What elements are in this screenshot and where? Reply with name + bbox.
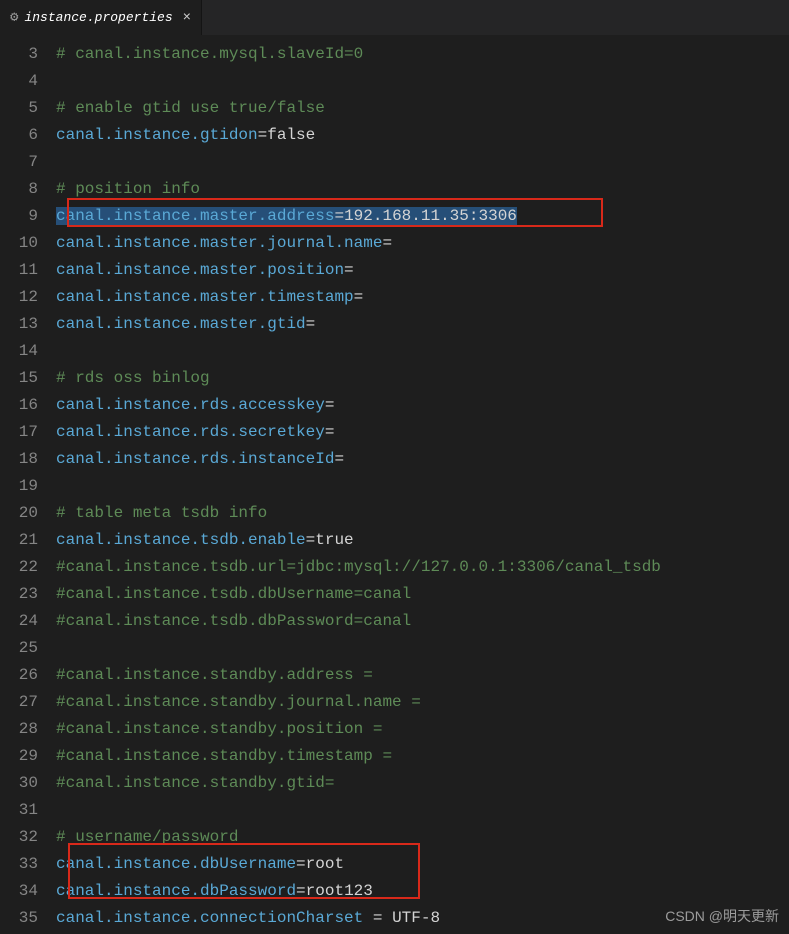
code-line[interactable] <box>56 149 789 176</box>
line-number: 32 <box>0 824 38 851</box>
line-number: 29 <box>0 743 38 770</box>
code-line[interactable]: canal.instance.master.journal.name= <box>56 230 789 257</box>
code-line[interactable]: #canal.instance.standby.address = <box>56 662 789 689</box>
code-line[interactable]: canal.instance.master.timestamp= <box>56 284 789 311</box>
code-line[interactable]: canal.instance.master.position= <box>56 257 789 284</box>
line-number: 11 <box>0 257 38 284</box>
code-line[interactable]: canal.instance.dbPassword=root123 <box>56 878 789 905</box>
line-number: 6 <box>0 122 38 149</box>
code-line[interactable]: #canal.instance.tsdb.url=jdbc:mysql://12… <box>56 554 789 581</box>
code-area[interactable]: # canal.instance.mysql.slaveId=0 # enabl… <box>56 41 789 932</box>
code-line[interactable]: canal.instance.master.address=192.168.11… <box>56 203 789 230</box>
line-number: 12 <box>0 284 38 311</box>
code-line[interactable]: canal.instance.gtidon=false <box>56 122 789 149</box>
line-number: 28 <box>0 716 38 743</box>
line-number: 16 <box>0 392 38 419</box>
line-number: 21 <box>0 527 38 554</box>
code-line[interactable]: #canal.instance.standby.journal.name = <box>56 689 789 716</box>
code-line[interactable]: #canal.instance.standby.position = <box>56 716 789 743</box>
line-number: 14 <box>0 338 38 365</box>
code-line[interactable]: #canal.instance.tsdb.dbUsername=canal <box>56 581 789 608</box>
watermark: CSDN @明天更新 <box>665 906 779 926</box>
line-number: 7 <box>0 149 38 176</box>
gear-icon: ⚙ <box>10 9 18 26</box>
line-number: 25 <box>0 635 38 662</box>
code-line[interactable]: # canal.instance.mysql.slaveId=0 <box>56 41 789 68</box>
code-line[interactable] <box>56 338 789 365</box>
code-line[interactable]: #canal.instance.standby.gtid= <box>56 770 789 797</box>
line-number: 18 <box>0 446 38 473</box>
code-line[interactable]: # position info <box>56 176 789 203</box>
line-number: 9 <box>0 203 38 230</box>
line-number: 23 <box>0 581 38 608</box>
line-number: 19 <box>0 473 38 500</box>
code-line[interactable] <box>56 473 789 500</box>
line-number: 8 <box>0 176 38 203</box>
editor-tab[interactable]: ⚙ instance.properties × <box>0 0 202 35</box>
code-line[interactable]: canal.instance.tsdb.enable=true <box>56 527 789 554</box>
line-number: 5 <box>0 95 38 122</box>
line-number: 3 <box>0 41 38 68</box>
line-number: 26 <box>0 662 38 689</box>
code-line[interactable]: canal.instance.rds.instanceId= <box>56 446 789 473</box>
code-line[interactable]: canal.instance.rds.secretkey= <box>56 419 789 446</box>
line-number: 34 <box>0 878 38 905</box>
code-line[interactable]: # enable gtid use true/false <box>56 95 789 122</box>
line-number: 4 <box>0 68 38 95</box>
code-line[interactable]: #canal.instance.tsdb.dbPassword=canal <box>56 608 789 635</box>
line-number: 15 <box>0 365 38 392</box>
code-line[interactable]: # rds oss binlog <box>56 365 789 392</box>
line-number: 22 <box>0 554 38 581</box>
line-gutter: 3456789101112131415161718192021222324252… <box>0 41 56 932</box>
code-line[interactable]: # table meta tsdb info <box>56 500 789 527</box>
code-line[interactable] <box>56 68 789 95</box>
line-number: 30 <box>0 770 38 797</box>
line-number: 10 <box>0 230 38 257</box>
line-number: 20 <box>0 500 38 527</box>
line-number: 35 <box>0 905 38 932</box>
line-number: 13 <box>0 311 38 338</box>
line-number: 27 <box>0 689 38 716</box>
close-icon[interactable]: × <box>183 10 191 26</box>
code-line[interactable]: #canal.instance.standby.timestamp = <box>56 743 789 770</box>
line-number: 31 <box>0 797 38 824</box>
line-number: 24 <box>0 608 38 635</box>
code-line[interactable]: canal.instance.dbUsername=root <box>56 851 789 878</box>
code-line[interactable]: canal.instance.rds.accesskey= <box>56 392 789 419</box>
code-line[interactable]: # username/password <box>56 824 789 851</box>
code-line[interactable]: canal.instance.master.gtid= <box>56 311 789 338</box>
line-number: 17 <box>0 419 38 446</box>
code-line[interactable] <box>56 635 789 662</box>
tab-bar: ⚙ instance.properties × <box>0 0 789 35</box>
code-line[interactable] <box>56 797 789 824</box>
line-number: 33 <box>0 851 38 878</box>
tab-title: instance.properties <box>24 10 172 25</box>
editor[interactable]: 3456789101112131415161718192021222324252… <box>0 35 789 932</box>
